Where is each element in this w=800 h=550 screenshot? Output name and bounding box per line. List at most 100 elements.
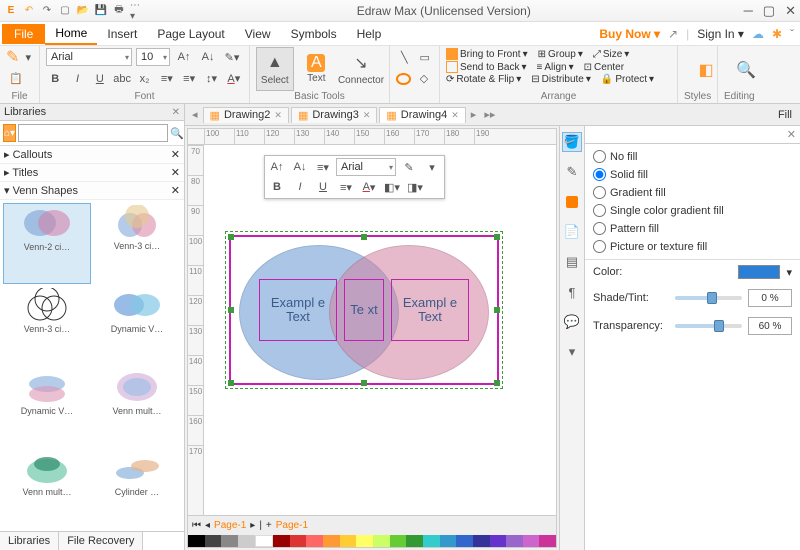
strike-button[interactable]: abc: [113, 70, 131, 88]
font-size-combo[interactable]: 10: [136, 48, 170, 66]
line-tool-icon[interactable]: ✎: [562, 162, 582, 182]
menu-insert[interactable]: Insert: [97, 24, 147, 44]
page-tab-2[interactable]: Page-1: [276, 520, 308, 531]
center-button[interactable]: ⊡ Center: [584, 62, 624, 73]
venn-diagram-selection[interactable]: Exampl e Text Te xt Exampl e Text: [229, 235, 499, 385]
category-titles[interactable]: ▸ Titles✕: [0, 164, 184, 182]
float-font-dec-icon[interactable]: A↓: [290, 158, 310, 176]
transparency-slider[interactable]: [675, 324, 742, 328]
floating-text-toolbar[interactable]: A↑ A↓ ≡▾ Arial ✎ ▾ B I U ≡: [264, 155, 445, 199]
tab-next-icon[interactable]: ▸: [468, 108, 480, 121]
page-first-icon[interactable]: ⏮: [192, 520, 201, 531]
fill-option-pattern[interactable]: Pattern fill: [593, 222, 792, 235]
category-callouts[interactable]: ▸ Callouts✕: [0, 146, 184, 164]
shape-venn2[interactable]: Venn-2 ci…: [3, 203, 91, 284]
drawing-canvas[interactable]: A↑ A↓ ≡▾ Arial ✎ ▾ B I U ≡: [204, 145, 556, 515]
font-color-icon[interactable]: A▾: [225, 70, 243, 88]
float-line-icon[interactable]: ≡▾: [336, 178, 356, 196]
shape-venn3a[interactable]: Venn-3 ci…: [93, 203, 181, 284]
page-prev-icon[interactable]: ◂: [205, 520, 210, 531]
text-tool-icon[interactable]: ¶: [562, 282, 582, 302]
float-font-combo[interactable]: Arial: [336, 158, 396, 176]
page-tool-icon[interactable]: 📄: [562, 222, 582, 242]
protect-button[interactable]: 🔒 Protect ▾: [601, 74, 654, 85]
select-tool[interactable]: ▲Select: [256, 47, 294, 91]
minimize-button[interactable]: ─: [744, 3, 753, 19]
font-name-combo[interactable]: Arial: [46, 48, 132, 66]
text-tool[interactable]: AText: [298, 47, 335, 91]
collapse-ribbon-icon[interactable]: ˇ: [790, 27, 794, 41]
rotate-flip-button[interactable]: ⟳ Rotate & Flip ▾: [446, 74, 521, 85]
tab-last-icon[interactable]: ▸▸: [481, 108, 498, 121]
venn-text-mid[interactable]: Te xt: [344, 279, 384, 341]
fill-option-none[interactable]: No fill: [593, 150, 792, 163]
poly-shape-icon[interactable]: ◇: [415, 70, 433, 88]
sign-in-link[interactable]: Sign In ▾: [697, 27, 744, 41]
tab-drawing2[interactable]: ▦Drawing2✕: [203, 107, 289, 123]
search-icon[interactable]: 🔍: [170, 124, 184, 142]
float-underline-button[interactable]: U: [313, 178, 333, 196]
menu-page-layout[interactable]: Page Layout: [147, 24, 234, 44]
transparency-value[interactable]: 60 %: [748, 317, 792, 335]
group-button[interactable]: ⊞ Group ▾: [538, 49, 583, 60]
connector-tool[interactable]: ↘Connector: [339, 47, 383, 91]
font-decrease-icon[interactable]: A↓: [198, 48, 218, 66]
close-button[interactable]: ✕: [785, 3, 796, 19]
oval-shape-icon[interactable]: [396, 73, 411, 85]
more-tool-icon[interactable]: ▾: [562, 342, 582, 362]
align-button[interactable]: ≡ Align ▾: [537, 62, 574, 73]
tab-drawing3[interactable]: ▦Drawing3✕: [291, 107, 377, 123]
underline-button[interactable]: U: [91, 70, 109, 88]
line-spacing-icon[interactable]: ↕▾: [202, 70, 220, 88]
cloud-icon[interactable]: ☁: [752, 27, 764, 41]
fill-tool-icon[interactable]: 🪣: [562, 132, 582, 152]
shade-slider[interactable]: [675, 296, 742, 300]
save-icon[interactable]: 💾: [94, 4, 108, 18]
fill-option-single-gradient[interactable]: Single color gradient fill: [593, 204, 792, 217]
tab-file-recovery[interactable]: File Recovery: [59, 532, 143, 550]
home-icon[interactable]: ⌂▾: [3, 124, 16, 142]
float-fill-icon[interactable]: ◧▾: [382, 178, 402, 196]
comment-tool-icon[interactable]: 💬: [562, 312, 582, 332]
shape-venn-mult-a[interactable]: Venn mult…: [93, 368, 181, 447]
bring-to-front-button[interactable]: Bring to Front ▾: [446, 48, 528, 60]
size-button[interactable]: ⤢ Size ▾: [593, 49, 629, 60]
maximize-button[interactable]: ▢: [763, 3, 775, 19]
layer-tool-icon[interactable]: ▤: [562, 252, 582, 272]
category-venn[interactable]: ▾ Venn Shapes✕: [0, 182, 184, 200]
align-icon[interactable]: ≡▾: [180, 70, 198, 88]
print-icon[interactable]: 🖶: [112, 4, 126, 18]
libraries-close-icon[interactable]: ✕: [172, 107, 180, 118]
find-button[interactable]: 🔍: [724, 48, 768, 91]
redo-icon[interactable]: ↷: [40, 4, 54, 18]
paste-icon[interactable]: ✎: [6, 48, 19, 66]
shape-venn3b[interactable]: Venn-3 ci…: [3, 286, 91, 365]
menu-help[interactable]: Help: [347, 24, 392, 44]
italic-button[interactable]: I: [68, 70, 86, 88]
font-increase-icon[interactable]: A↑: [174, 48, 194, 66]
highlight-icon[interactable]: ✎▾: [222, 48, 242, 66]
tab-drawing4[interactable]: ▦Drawing4✕: [379, 107, 465, 123]
shape-venn-mult-b[interactable]: Venn mult…: [3, 449, 91, 528]
new-icon[interactable]: ▢: [58, 4, 72, 18]
line-shape-icon[interactable]: ╲: [396, 48, 413, 66]
buy-now-link[interactable]: Buy Now ▾: [599, 27, 660, 41]
tab-libraries[interactable]: Libraries: [0, 532, 59, 550]
float-color-icon[interactable]: A▾: [359, 178, 379, 196]
paste-dropdown-icon[interactable]: ▾: [23, 48, 33, 66]
send-to-back-button[interactable]: Send to Back ▾: [446, 61, 527, 73]
menu-symbols[interactable]: Symbols: [281, 24, 347, 44]
shape-dynamic-b[interactable]: Dynamic V…: [3, 368, 91, 447]
menu-home[interactable]: Home: [45, 23, 97, 45]
shade-value[interactable]: 0 %: [748, 289, 792, 307]
fill-option-gradient[interactable]: Gradient fill: [593, 186, 792, 199]
menu-view[interactable]: View: [235, 24, 281, 44]
subscript-button[interactable]: x₂: [135, 70, 153, 88]
color-swatch[interactable]: [738, 265, 780, 279]
venn-text-right[interactable]: Exampl e Text: [391, 279, 469, 341]
page-next-icon[interactable]: ▸: [250, 520, 255, 531]
library-search-input[interactable]: [18, 124, 168, 142]
distribute-button[interactable]: ⊟ Distribute ▾: [531, 74, 591, 85]
shape-dynamic-a[interactable]: Dynamic V…: [93, 286, 181, 365]
page-tab-1[interactable]: Page-1: [214, 520, 246, 531]
